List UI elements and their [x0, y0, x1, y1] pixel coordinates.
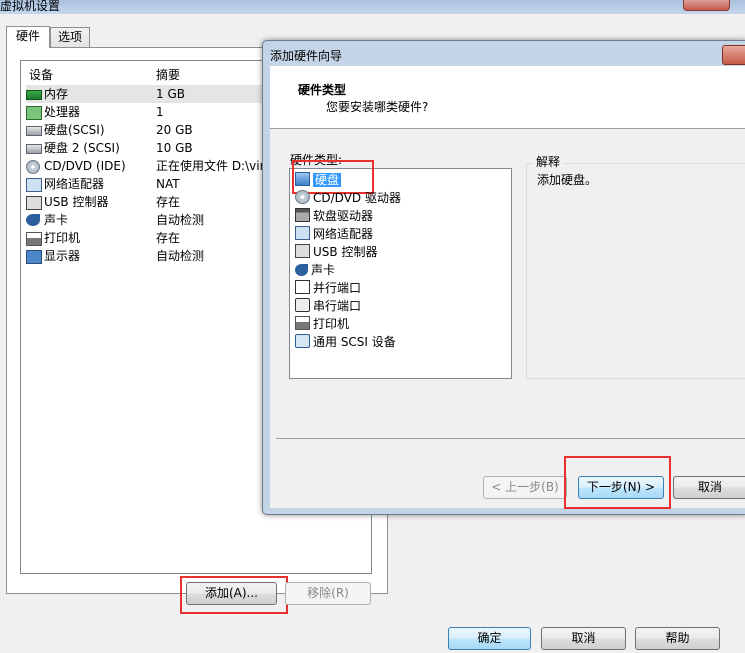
cd-dvd-icon [26, 160, 40, 174]
hw-item-usb[interactable]: USB 控制器 [295, 243, 377, 261]
hw-item-label: 通用 SCSI 设备 [313, 335, 396, 349]
hw-item-hard-disk[interactable]: 硬盘 [295, 171, 342, 189]
device-name: 声卡 [44, 213, 69, 227]
network-adapter-icon [295, 226, 310, 240]
hw-item-parallel-port[interactable]: 并行端口 [295, 279, 361, 297]
device-name: 打印机 [44, 231, 81, 245]
hw-item-scsi[interactable]: 通用 SCSI 设备 [295, 333, 396, 351]
wizard-close-button[interactable] [722, 45, 745, 65]
explanation-text: 添加硬盘。 [537, 173, 598, 187]
explanation-group [526, 163, 745, 379]
display-icon [26, 250, 42, 264]
cancel-button[interactable]: 取消 [541, 627, 626, 650]
usb-icon [26, 196, 42, 210]
device-summary: NAT [156, 177, 180, 191]
hw-item-cd-dvd[interactable]: CD/DVD 驱动器 [295, 189, 401, 207]
floppy-icon [295, 208, 310, 222]
parallel-port-icon [295, 280, 310, 294]
device-summary: 自动检测 [156, 249, 205, 263]
printer-icon [295, 316, 310, 330]
remove-button[interactable]: 移除(R) [285, 582, 371, 605]
device-summary: 20 GB [156, 123, 193, 137]
device-column-header[interactable]: 设备 [29, 66, 53, 83]
hw-item-label: 网络适配器 [313, 227, 374, 241]
hw-item-label: 声卡 [311, 263, 336, 277]
ok-button[interactable]: 确定 [448, 627, 531, 650]
scsi-icon [295, 334, 310, 348]
sound-card-icon [26, 214, 40, 226]
memory-icon [26, 90, 42, 100]
hard-disk-icon [26, 126, 42, 136]
hw-item-printer[interactable]: 打印机 [295, 315, 349, 333]
cd-dvd-icon [295, 190, 310, 204]
outer-title-bar [0, 0, 745, 14]
wizard-separator [276, 438, 745, 439]
hw-item-sound-card[interactable]: 声卡 [295, 261, 335, 279]
network-adapter-icon [26, 178, 42, 192]
serial-port-icon [295, 298, 310, 312]
hw-item-label: 并行端口 [313, 281, 362, 295]
tab-options[interactable]: 选项 [50, 27, 90, 47]
window-close-button[interactable] [683, 0, 730, 11]
device-name: 内存 [44, 87, 69, 101]
printer-icon [26, 232, 42, 246]
hw-item-serial-port[interactable]: 串行端口 [295, 297, 361, 315]
device-name: 网络适配器 [44, 177, 105, 191]
wizard-title: 添加硬件向导 [270, 49, 343, 63]
sound-card-icon [295, 264, 308, 276]
device-name: USB 控制器 [44, 195, 109, 209]
wizard-back-button[interactable]: < 上一步(B) [483, 476, 567, 499]
add-button[interactable]: 添加(A)... [186, 582, 277, 605]
device-summary: 存在 [156, 231, 181, 245]
hw-item-floppy[interactable]: 软盘驱动器 [295, 207, 373, 225]
wizard-subheading: 您要安装哪类硬件? [326, 100, 429, 114]
explanation-label: 解释 [533, 153, 564, 170]
device-name: 硬盘 2 (SCSI) [44, 141, 120, 155]
device-summary: 1 GB [156, 87, 185, 101]
hw-item-label: CD/DVD 驱动器 [313, 191, 401, 205]
device-summary: 正在使用文件 D:\vir [156, 159, 265, 173]
wizard-next-button[interactable]: 下一步(N) > [578, 476, 664, 499]
hw-item-label: USB 控制器 [313, 245, 378, 259]
hw-item-label: 软盘驱动器 [313, 209, 374, 223]
wizard-heading: 硬件类型 [298, 83, 347, 97]
usb-icon [295, 244, 310, 258]
hw-item-network-adapter[interactable]: 网络适配器 [295, 225, 373, 243]
hard-disk-icon [295, 172, 310, 186]
device-name: 显示器 [44, 249, 81, 263]
device-summary: 1 [156, 105, 164, 119]
summary-column-header[interactable]: 摘要 [156, 66, 180, 83]
device-name: 处理器 [44, 105, 81, 119]
help-button[interactable]: 帮助 [635, 627, 720, 650]
hard-disk-icon [26, 144, 42, 154]
window-title: 虚拟机设置 [0, 0, 61, 13]
hw-item-label: 硬盘 [313, 173, 342, 187]
wizard-cancel-button[interactable]: 取消 [673, 476, 745, 499]
device-summary: 存在 [156, 195, 181, 209]
device-summary: 10 GB [156, 141, 193, 155]
processor-icon [26, 106, 42, 120]
hw-item-label: 串行端口 [313, 299, 362, 313]
device-name: 硬盘(SCSI) [44, 123, 105, 137]
device-name: CD/DVD (IDE) [44, 159, 126, 173]
hw-item-label: 打印机 [313, 317, 350, 331]
tab-hardware[interactable]: 硬件 [6, 26, 50, 48]
device-summary: 自动检测 [156, 213, 205, 227]
